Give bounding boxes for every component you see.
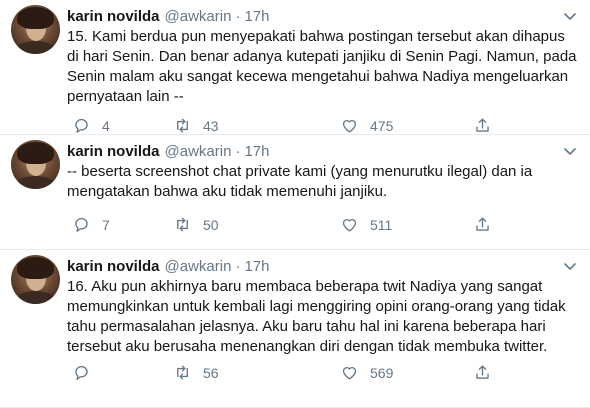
- share-icon: [476, 217, 489, 231]
- share-button[interactable]: [473, 215, 492, 234]
- tweet-text-line: 16. Aku pun akhirnya baru membaca bebera…: [67, 278, 543, 295]
- like-button[interactable]: 569: [340, 363, 393, 382]
- tweet-actions: 4 43 475: [67, 116, 576, 136]
- share-button[interactable]: [473, 116, 492, 135]
- separator-dot: ·: [235, 257, 241, 275]
- reply-icon: [75, 217, 88, 232]
- share-button[interactable]: [473, 363, 492, 382]
- timestamp[interactable]: 17h: [244, 143, 269, 160]
- like-count: 511: [370, 216, 393, 233]
- chevron-down-icon[interactable]: [562, 8, 578, 24]
- retweet-icon: [177, 217, 188, 232]
- like-button[interactable]: 475: [340, 116, 393, 135]
- author-handle[interactable]: @awkarin: [165, 258, 232, 275]
- share-icon: [476, 365, 489, 379]
- heart-icon: [342, 367, 357, 380]
- timestamp[interactable]: 17h: [244, 8, 269, 25]
- reply-count: 4: [102, 117, 110, 134]
- retweet-icon: [177, 118, 188, 133]
- tweet-header: karin novilda @awkarin · 17h: [67, 141, 578, 161]
- tweet-actions: 7 50 511: [67, 215, 576, 235]
- tweet[interactable]: karin novilda @awkarin · 17h 16. Aku pun…: [0, 250, 590, 408]
- heart-icon: [342, 120, 357, 133]
- author-name[interactable]: karin novilda: [67, 258, 160, 275]
- tweet-text-line: Senin malam aku sangat kecewa mengetahui…: [67, 68, 569, 85]
- tweet-text-line: memungkinkan untuk kembali lagi menggiri…: [67, 298, 566, 315]
- author-handle[interactable]: @awkarin: [165, 143, 232, 160]
- retweet-button[interactable]: 50: [173, 215, 219, 234]
- tweet[interactable]: karin novilda @awkarin · 17h -- beserta …: [0, 135, 590, 250]
- author-handle[interactable]: @awkarin: [165, 8, 232, 25]
- avatar[interactable]: [11, 5, 60, 54]
- avatar[interactable]: [11, 255, 60, 304]
- reply-button[interactable]: 4: [72, 116, 110, 135]
- author-name[interactable]: karin novilda: [67, 8, 160, 25]
- reply-icon: [75, 365, 88, 380]
- tweet[interactable]: karin novilda @awkarin · 17h 15. Kami be…: [0, 0, 590, 135]
- reply-count: 7: [102, 216, 110, 233]
- reply-button[interactable]: 7: [72, 215, 110, 234]
- tweet-text: 15. Kami berdua pun menyepakati bahwa po…: [67, 27, 577, 107]
- separator-dot: ·: [235, 142, 241, 160]
- tweet-text-line: tahu permasalahan jelasnya. Aku baru tah…: [67, 318, 546, 335]
- tweet-text-line: 15. Kami berdua pun menyepakati bahwa po…: [67, 28, 565, 45]
- reply-icon: [75, 118, 88, 133]
- retweet-count: 43: [203, 117, 219, 134]
- tweet-text-line: -- beserta screenshot chat private kami …: [67, 163, 533, 180]
- retweet-count: 50: [203, 216, 219, 233]
- chevron-down-icon[interactable]: [562, 258, 578, 274]
- heart-icon: [342, 219, 357, 232]
- tweet-text: -- beserta screenshot chat private kami …: [67, 162, 576, 202]
- tweet-header: karin novilda @awkarin · 17h: [67, 256, 578, 276]
- tweet-text: 16. Aku pun akhirnya baru membaca bebera…: [67, 277, 576, 357]
- separator-dot: ·: [235, 7, 241, 25]
- retweet-button[interactable]: 43: [173, 116, 219, 135]
- author-name[interactable]: karin novilda: [67, 143, 160, 160]
- tweet-text-line: di hari Senin. Dan benar adanya kutepati…: [67, 48, 577, 65]
- tweet-header: karin novilda @awkarin · 17h: [67, 6, 578, 26]
- reply-button[interactable]: [72, 363, 102, 382]
- tweet-text-line: tersebut aku berusaha menenangkan diri d…: [67, 338, 548, 355]
- like-count: 475: [370, 117, 394, 134]
- tweet-text-line: pernyataan lain --: [67, 88, 184, 105]
- share-icon: [476, 118, 489, 132]
- retweet-count: 56: [203, 364, 219, 381]
- like-count: 569: [370, 364, 394, 381]
- tweet-text-line: mengatakan bahwa aku tidak memenuhi janj…: [67, 183, 388, 200]
- tweet-actions: 56 569: [67, 363, 576, 383]
- like-button[interactable]: 511: [340, 215, 392, 234]
- retweet-icon: [177, 365, 188, 380]
- chevron-down-icon[interactable]: [562, 143, 578, 159]
- retweet-button[interactable]: 56: [173, 363, 219, 382]
- timestamp[interactable]: 17h: [244, 258, 269, 275]
- avatar[interactable]: [11, 140, 60, 189]
